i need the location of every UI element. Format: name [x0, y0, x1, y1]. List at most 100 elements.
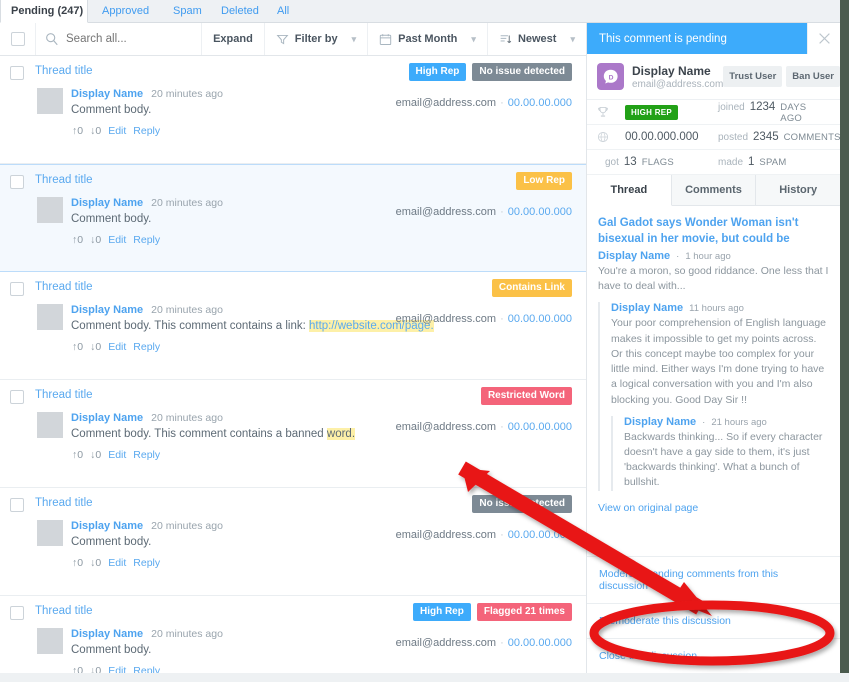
row-select-checkbox[interactable]: [10, 66, 24, 80]
downvote-control[interactable]: ↓0: [90, 449, 101, 461]
downvote-control[interactable]: ↓0: [90, 341, 101, 353]
commenter-contact: email@address.com · 00.00.00.000: [396, 529, 572, 541]
comment-row[interactable]: No issue detected email@address.com · 00.00…: [0, 488, 586, 596]
article-title-link[interactable]: Gal Gadot says Wonder Woman isn't bisexu…: [598, 216, 829, 247]
comment-body-text: Comment body. This comment contains a li…: [71, 320, 309, 332]
reply1-time: 11 hours ago: [689, 303, 744, 315]
commenter-name[interactable]: Display Name: [71, 304, 143, 316]
commenter-name[interactable]: Display Name: [71, 197, 143, 209]
edit-link[interactable]: Edit: [108, 449, 126, 461]
moderate-pending-comments-link[interactable]: Moderate pending comments from this disc…: [587, 556, 840, 603]
reply-link[interactable]: Reply: [133, 557, 160, 569]
row-thread-title[interactable]: Thread title: [35, 497, 93, 509]
commenter-ip[interactable]: 00.00.00.000: [508, 529, 572, 541]
root-comment-author[interactable]: Display Name: [598, 250, 670, 262]
edit-link[interactable]: Edit: [108, 234, 126, 246]
reply2-author[interactable]: Display Name: [624, 416, 696, 428]
commenter-ip[interactable]: 00.00.00.000: [508, 97, 572, 109]
ban-user-button[interactable]: Ban User: [786, 66, 841, 87]
premoderate-discussion-link[interactable]: Premoderate this discussion: [587, 603, 840, 638]
row-select-checkbox[interactable]: [10, 498, 24, 512]
reply-link[interactable]: Reply: [133, 665, 160, 673]
upvote-count: 0: [77, 449, 84, 461]
upvote-control[interactable]: ↑0: [72, 449, 83, 461]
pending-status-label: This comment is pending: [599, 32, 727, 45]
comment-row[interactable]: High Rep No issue detected email@address.c…: [0, 56, 586, 164]
row-thread-title[interactable]: Thread title: [35, 281, 93, 293]
root-comment-time: 1 hour ago: [685, 251, 731, 263]
downvote-control[interactable]: ↓0: [90, 125, 101, 137]
row-select-checkbox[interactable]: [10, 606, 24, 620]
search-cell[interactable]: [36, 23, 203, 55]
edit-link[interactable]: Edit: [108, 125, 126, 137]
commenter-name[interactable]: Display Name: [71, 412, 143, 424]
edit-link[interactable]: Edit: [108, 665, 126, 673]
tab-deleted[interactable]: Deleted: [211, 0, 269, 23]
upvote-control[interactable]: ↑0: [72, 125, 83, 137]
comment-row[interactable]: Low Rep email@address.com · 00.00.00.000 Thr…: [0, 164, 586, 272]
filter-by-dropdown[interactable]: Filter by ▾: [265, 23, 369, 55]
trust-user-button[interactable]: Trust User: [723, 66, 783, 87]
row-thread-title[interactable]: Thread title: [35, 389, 93, 401]
commenter-ip[interactable]: 00.00.00.000: [508, 313, 572, 325]
row-thread-title[interactable]: Thread title: [35, 605, 93, 617]
row-actions: ↑0 ↓0 Edit Reply: [10, 449, 574, 461]
comment-list[interactable]: High Rep No issue detected email@address.c…: [0, 56, 586, 673]
sort-dropdown[interactable]: Newest ▾: [488, 23, 586, 55]
tab-spam[interactable]: Spam: [163, 0, 212, 23]
view-on-original-page-link[interactable]: View on original page: [598, 502, 829, 514]
edit-link[interactable]: Edit: [108, 557, 126, 569]
comment-body-text: Comment body.: [71, 644, 152, 656]
close-discussion-link[interactable]: Close this discussion: [587, 638, 840, 673]
edit-link[interactable]: Edit: [108, 341, 126, 353]
tab-all[interactable]: All: [267, 0, 299, 23]
downvote-count: 0: [95, 557, 102, 569]
upvote-control[interactable]: ↑0: [72, 341, 83, 353]
contact-separator: ·: [500, 529, 504, 541]
upvote-control[interactable]: ↑0: [72, 557, 83, 569]
tab-pending[interactable]: Pending (247): [0, 0, 88, 23]
downvote-control[interactable]: ↓0: [90, 557, 101, 569]
comment-row[interactable]: Contains Link email@address.com · 00.00.00.…: [0, 272, 586, 380]
search-input[interactable]: [66, 33, 202, 45]
commenter-ip[interactable]: 00.00.00.000: [508, 637, 572, 649]
commenter-email: email@address.com: [395, 421, 497, 433]
comment-timestamp: 20 minutes ago: [151, 197, 223, 209]
reply-link[interactable]: Reply: [133, 125, 160, 137]
panel-tab-history[interactable]: History: [756, 175, 840, 205]
downvote-control[interactable]: ↓0: [90, 665, 101, 673]
panel-tab-thread[interactable]: Thread: [587, 175, 672, 206]
comment-row[interactable]: High Rep Flagged 21 times email@address.co…: [0, 596, 586, 673]
commenter-name[interactable]: Display Name: [71, 628, 143, 640]
reply-link[interactable]: Reply: [133, 449, 160, 461]
date-range-dropdown[interactable]: Past Month ▾: [368, 23, 488, 55]
spam-unit: SPAM: [759, 157, 787, 168]
commenter-name[interactable]: Display Name: [71, 88, 143, 100]
row-thread-title[interactable]: Thread title: [35, 65, 93, 77]
commenter-ip[interactable]: 00.00.00.000: [508, 421, 572, 433]
row-select-checkbox[interactable]: [10, 282, 24, 296]
row-thread-title[interactable]: Thread title: [35, 174, 93, 186]
stat-row-flags: got 13 FLAGS made 1 SPAM: [587, 150, 840, 175]
flags-unit: FLAGS: [641, 157, 674, 168]
tab-approved[interactable]: Approved: [92, 0, 159, 23]
reply1-author[interactable]: Display Name: [611, 302, 683, 314]
close-panel-button[interactable]: [807, 23, 840, 54]
reply-link[interactable]: Reply: [133, 341, 160, 353]
row-select-checkbox[interactable]: [10, 175, 24, 189]
comment-body-text: Comment body.: [71, 536, 152, 548]
commenter-name[interactable]: Display Name: [71, 520, 143, 532]
row-select-checkbox[interactable]: [10, 390, 24, 404]
expand-button[interactable]: Expand: [202, 23, 265, 55]
upvote-control[interactable]: ↑0: [72, 665, 83, 673]
panel-tab-comments[interactable]: Comments: [672, 175, 757, 205]
commenter-ip[interactable]: 00.00.00.000: [508, 206, 572, 218]
select-all-checkbox[interactable]: [10, 32, 25, 46]
upvote-count: 0: [77, 665, 84, 673]
select-all-cell[interactable]: [0, 23, 36, 55]
comment-row[interactable]: Restricted Word email@address.com · 00.00.0…: [0, 380, 586, 488]
downvote-control[interactable]: ↓0: [90, 234, 101, 246]
reply-link[interactable]: Reply: [133, 234, 160, 246]
upvote-control[interactable]: ↑0: [72, 234, 83, 246]
detail-panel: This comment is pending D Display Name e…: [586, 23, 849, 682]
